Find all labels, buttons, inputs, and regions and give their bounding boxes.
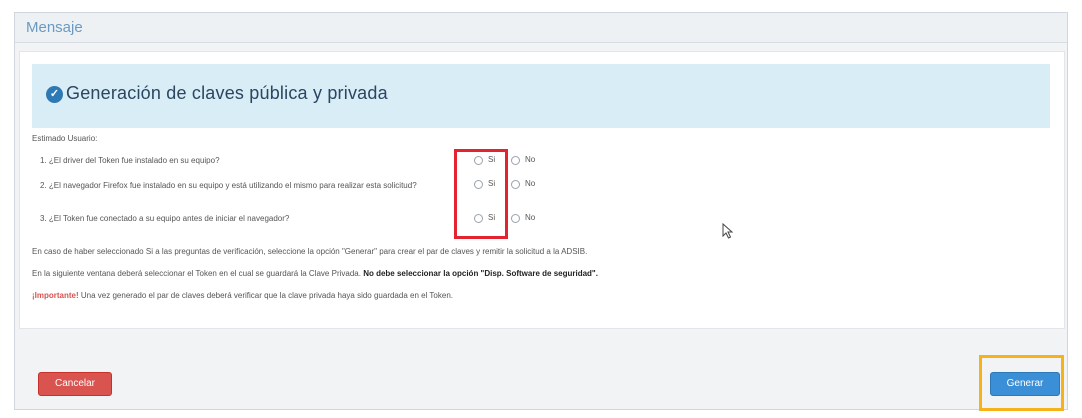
question-3-text: 3. ¿El Token fue conectado a su equipo a… xyxy=(40,214,290,223)
greeting-text: Estimado Usuario: xyxy=(32,134,98,143)
generate-button[interactable]: Generar xyxy=(990,372,1060,396)
important-line: ¡Importante! Una vez generado el par de … xyxy=(32,291,453,300)
cancel-button[interactable]: Cancelar xyxy=(38,372,112,396)
dialog-title: Mensaje xyxy=(26,19,83,36)
dialog-header: Mensaje xyxy=(15,13,1067,43)
question-1-no-label: No xyxy=(525,155,536,164)
question-2-text: 2. ¿El navegador Firefox fue instalado e… xyxy=(40,181,417,190)
banner: ✓ Generación de claves pública y privada xyxy=(32,64,1050,128)
question-2-no-label: No xyxy=(525,179,536,188)
important-text: Una vez generado el par de claves deberá… xyxy=(80,291,453,300)
banner-title: Generación de claves pública y privada xyxy=(66,83,388,103)
question-1-no-radio[interactable] xyxy=(511,156,520,165)
question-3-no-radio[interactable] xyxy=(511,214,520,223)
important-label: ¡Importante! xyxy=(32,291,79,300)
check-circle-icon: ✓ xyxy=(46,86,63,103)
info-line-2-normal: En la siguiente ventana deberá seleccion… xyxy=(32,269,361,278)
info-line-1: En caso de haber seleccionado Si a las p… xyxy=(32,247,588,256)
question-1-text: 1. ¿El driver del Token fue instalado en… xyxy=(40,156,220,165)
mouse-pointer-icon xyxy=(722,223,734,239)
question-3-no-label: No xyxy=(525,213,536,222)
info-line-2: En la siguiente ventana deberá seleccion… xyxy=(32,269,598,278)
yes-options-highlight xyxy=(454,149,508,239)
question-2-no-radio[interactable] xyxy=(511,180,520,189)
info-line-2-bold: No debe seleccionar la opción "Disp. Sof… xyxy=(363,269,598,278)
message-dialog: Mensaje ✓ Generación de claves pública y… xyxy=(14,12,1068,410)
